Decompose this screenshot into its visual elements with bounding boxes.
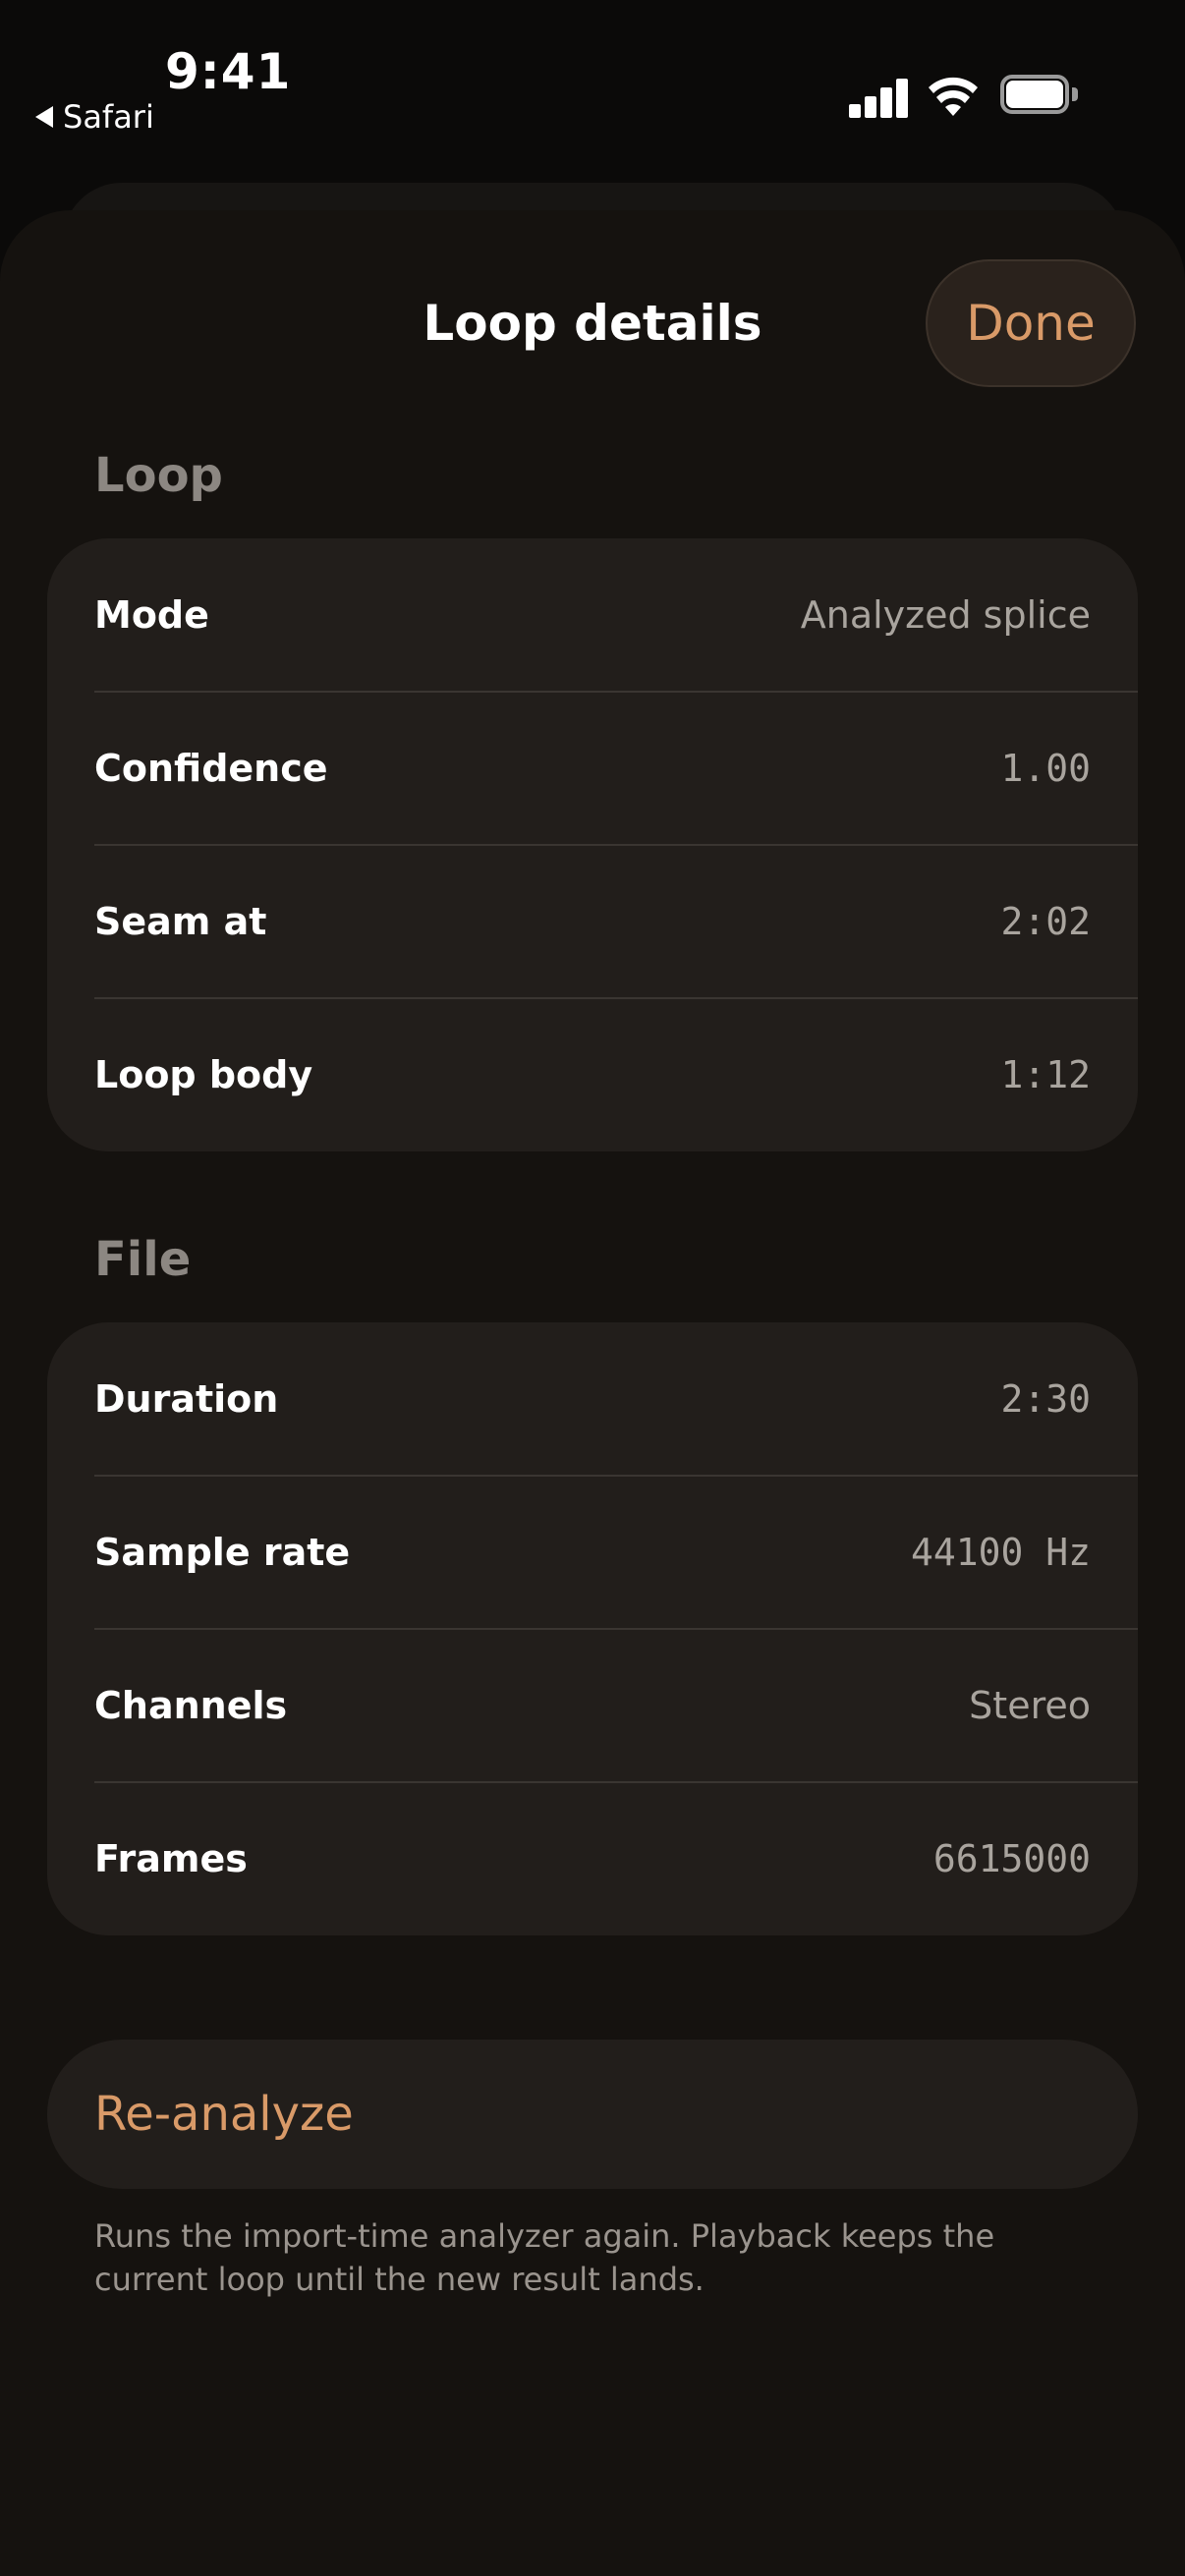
reanalyze-button[interactable]: Re-analyze [47,2040,1138,2189]
row-duration: Duration 2:30 [47,1322,1138,1476]
row-label: Mode [94,593,209,637]
row-label: Seam at [94,900,267,943]
loop-info-group: Mode Analyzed splice Confidence 1.00 Sea… [47,538,1138,1151]
reanalyze-label: Re-analyze [94,2087,354,2142]
reanalyze-footnote: Runs the import-time analyzer again. Pla… [94,2217,995,2298]
file-info-group: Duration 2:30 Sample rate 44100 Hz Chann… [47,1322,1138,1935]
section-title-file: File [94,1232,192,1287]
row-sample-rate: Sample rate 44100 Hz [47,1476,1138,1629]
status-time: 9:41 [165,43,292,100]
status-bar: 9:41 Safari [0,0,1185,177]
row-loop-body: Loop body 1:12 [47,998,1138,1151]
row-mode: Mode Analyzed splice [47,538,1138,692]
row-label: Loop body [94,1053,313,1096]
section-title-loop: Loop [94,448,223,503]
back-app-label: Safari [63,98,154,136]
wifi-icon [929,77,978,116]
row-label: Sample rate [94,1531,351,1574]
row-label: Channels [94,1684,288,1727]
done-button[interactable]: Done [926,259,1136,387]
row-confidence: Confidence 1.00 [47,692,1138,845]
row-label: Duration [94,1377,279,1421]
row-value: Analyzed splice [800,593,1091,637]
battery-icon [1000,75,1079,114]
back-to-safari-link[interactable]: Safari [35,98,154,136]
row-label: Confidence [94,747,328,790]
row-value: 2:30 [1000,1377,1091,1421]
row-seam-at: Seam at 2:02 [47,845,1138,998]
row-channels: Channels Stereo [47,1629,1138,1782]
row-value: 6615000 [932,1837,1091,1880]
row-value: Stereo [969,1684,1091,1727]
back-arrow-icon [35,106,53,128]
cellular-signal-icon [849,77,908,118]
row-value: 2:02 [1000,900,1091,943]
row-value: 44100 Hz [910,1531,1091,1574]
row-label: Frames [94,1837,248,1880]
row-frames: Frames 6615000 [47,1782,1138,1935]
row-value: 1:12 [1000,1053,1091,1096]
row-value: 1.00 [1000,747,1091,790]
